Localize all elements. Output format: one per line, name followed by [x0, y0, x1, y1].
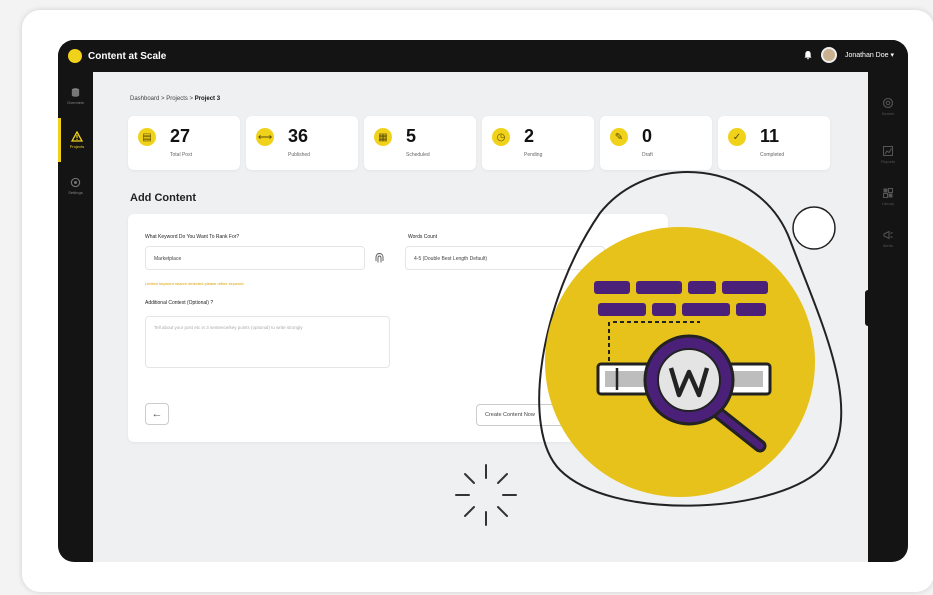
loading-spinner-icon	[455, 464, 517, 526]
circle-outline-icon	[792, 206, 836, 250]
decorative-overlay	[455, 171, 843, 526]
